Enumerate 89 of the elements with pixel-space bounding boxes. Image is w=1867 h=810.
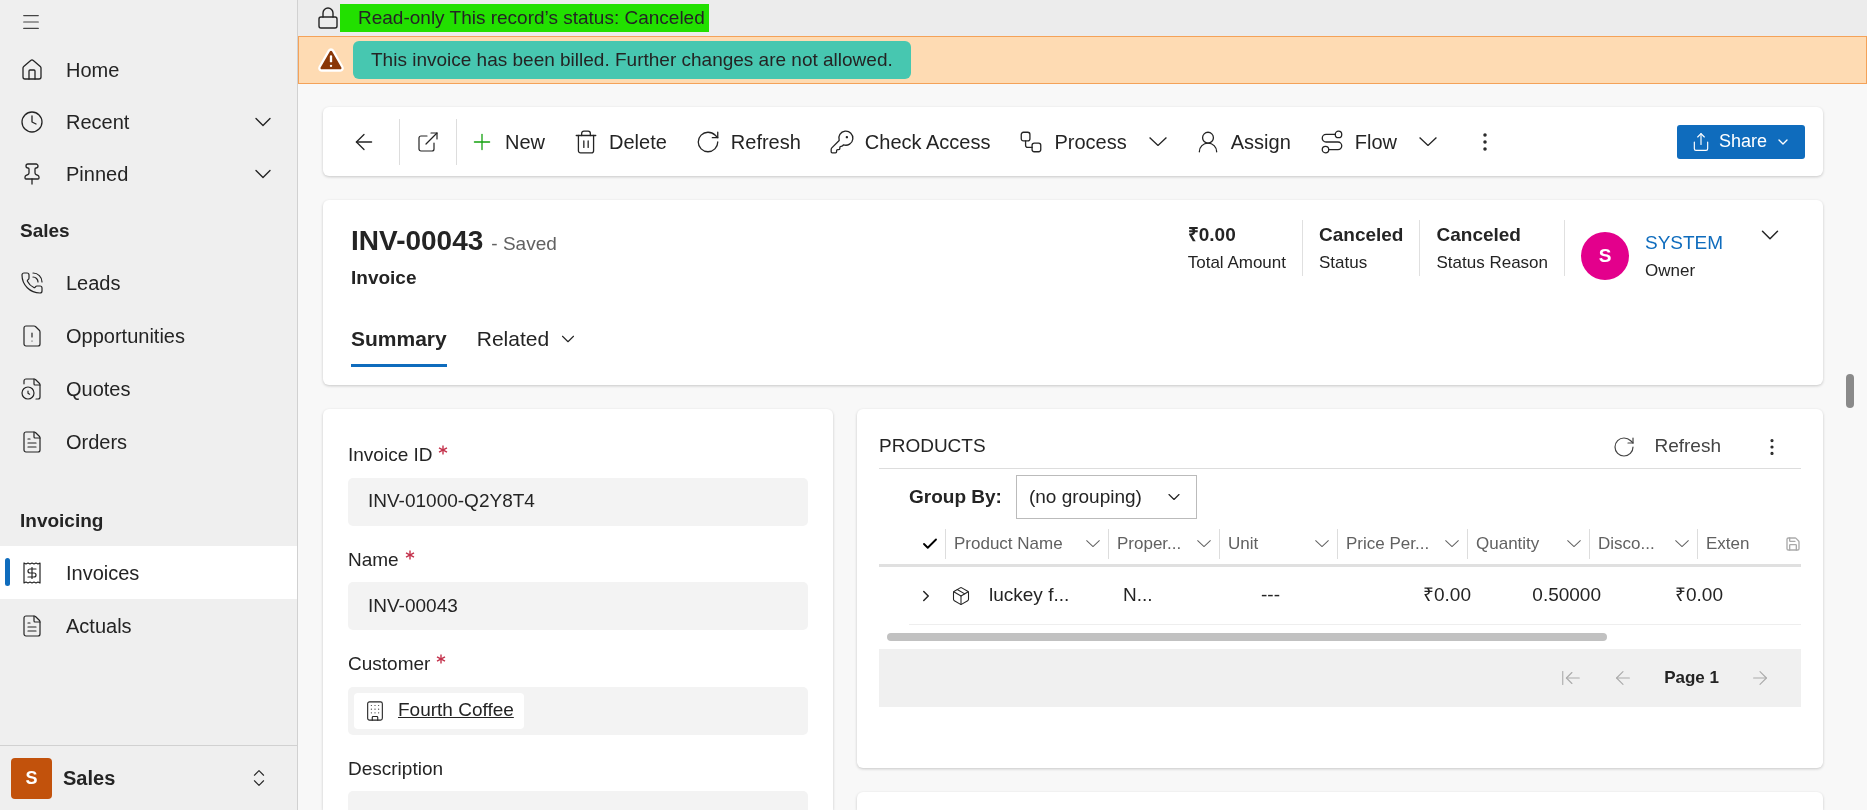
chevron-icon [1148, 137, 1167, 146]
nav-icon [20, 560, 44, 585]
nav-icon [20, 323, 44, 348]
warning-message: This invoice has been billed. Further changes are not allowed. [353, 40, 911, 80]
record-title: INV-00043 [351, 224, 484, 258]
nav-item[interactable]: Home [0, 44, 297, 96]
group-by-dropdown[interactable]: (no grouping) [1015, 475, 1197, 519]
table-cell-text: ₹0.00 [1422, 583, 1471, 608]
chevron-icon [1567, 540, 1581, 547]
chevron-icon [1197, 540, 1211, 547]
nav-item[interactable]: Invoices [0, 546, 297, 599]
header-label: Status Reason [1436, 251, 1548, 274]
nav-item[interactable]: Pinned [0, 148, 297, 200]
page-number: Page 1 [1664, 667, 1719, 690]
chevron-icon [1086, 540, 1100, 547]
column-header[interactable]: Exten [1697, 528, 1785, 559]
field-label: Customer [348, 652, 431, 676]
owner-link[interactable]: SYSTEM [1645, 229, 1755, 258]
nav-icon [20, 58, 44, 82]
nav-icon [20, 429, 44, 454]
account-icon [364, 699, 386, 722]
table-cell-text: luckey f... [989, 583, 1071, 608]
input-field[interactable]: INV-01000-Q2Y8T4 [348, 477, 808, 526]
nav-icon [20, 270, 44, 295]
nav-icon [20, 110, 44, 134]
section-title: PRODUCTS [879, 434, 987, 459]
entity-name: Invoice [351, 266, 418, 290]
tab[interactable]: Summary [351, 314, 447, 367]
nav-item[interactable]: Opportunities [0, 309, 297, 362]
table-cell-text: 0.50000 [1531, 583, 1601, 608]
header-value: Canceled [1436, 223, 1522, 247]
lock-icon [316, 4, 340, 32]
toolbar-button[interactable]: Assign [1194, 119, 1291, 164]
field-label: Name [348, 547, 399, 572]
area-avatar: S [11, 757, 52, 799]
section-heading: Invoicing [19, 508, 105, 533]
header-value: ₹0.00 [1187, 223, 1237, 247]
chevron-icon [1315, 540, 1329, 547]
nav-item[interactable]: Orders [0, 415, 297, 468]
nav-item[interactable]: Actuals [0, 599, 297, 652]
field-label: Invoice ID [348, 443, 433, 467]
input-field[interactable]: INV-00043 [348, 582, 808, 630]
vertical-scrollbar[interactable] [1845, 374, 1854, 408]
chevron-icon [1675, 540, 1689, 547]
header-value: Canceled [1319, 223, 1404, 247]
toolbar-button[interactable]: Delete [573, 119, 667, 164]
column-header[interactable]: Price Per... [1337, 528, 1467, 559]
header-label: Owner [1645, 259, 1697, 282]
nav-icon [20, 613, 44, 638]
input-field[interactable]: Fourth Coffee [348, 686, 808, 735]
refresh-icon [1612, 434, 1637, 459]
toolbar-button[interactable]: Process [1018, 119, 1167, 164]
table-cell-text: --- [1260, 583, 1281, 608]
nav-icon [20, 376, 44, 401]
product-icon [951, 585, 971, 606]
table-cell-text: N... [1123, 583, 1154, 608]
warning-icon [317, 46, 345, 74]
readonly-message: Read-only This record’s status: Canceled [340, 3, 709, 33]
trash-icon [573, 128, 599, 155]
section-heading: Sales [19, 218, 71, 243]
share-button[interactable]: Share [1676, 124, 1805, 159]
header-label: Status [1319, 251, 1369, 274]
group-by-label: Group By: [909, 484, 1002, 509]
toolbar-button[interactable]: New [469, 119, 545, 164]
field-label: Description [348, 756, 444, 781]
selection-indicator [5, 558, 10, 586]
toolbar-button[interactable]: Flow [1318, 119, 1437, 164]
column-header[interactable]: Proper... [1108, 528, 1219, 559]
refresh-button[interactable]: Refresh [1612, 432, 1721, 461]
area-switcher[interactable]: S Sales [0, 745, 297, 810]
column-header[interactable]: Product Name [945, 528, 1108, 559]
table-cell-text: ₹0.00 [1674, 583, 1723, 608]
header-label: Total Amount [1187, 251, 1286, 274]
nav-item[interactable]: Leads [0, 256, 297, 309]
column-header[interactable]: Quantity [1467, 528, 1589, 559]
column-header[interactable]: Disco... [1589, 528, 1697, 559]
nav-item[interactable]: Recent [0, 96, 297, 148]
popout-icon[interactable] [416, 129, 440, 154]
tab[interactable]: Related [476, 314, 580, 367]
horizontal-scrollbar[interactable] [887, 633, 1607, 641]
chevron-icon [1445, 540, 1459, 547]
toolbar-button[interactable]: Check Access [828, 119, 991, 164]
save-status: - Saved [491, 232, 557, 256]
key-icon [828, 128, 855, 155]
owner-avatar: S [1581, 232, 1629, 281]
column-header[interactable]: Unit [1219, 528, 1337, 559]
toolbar-button[interactable]: Refresh [694, 119, 801, 164]
nav-item[interactable]: Quotes [0, 362, 297, 415]
chevron-icon [1419, 137, 1437, 146]
